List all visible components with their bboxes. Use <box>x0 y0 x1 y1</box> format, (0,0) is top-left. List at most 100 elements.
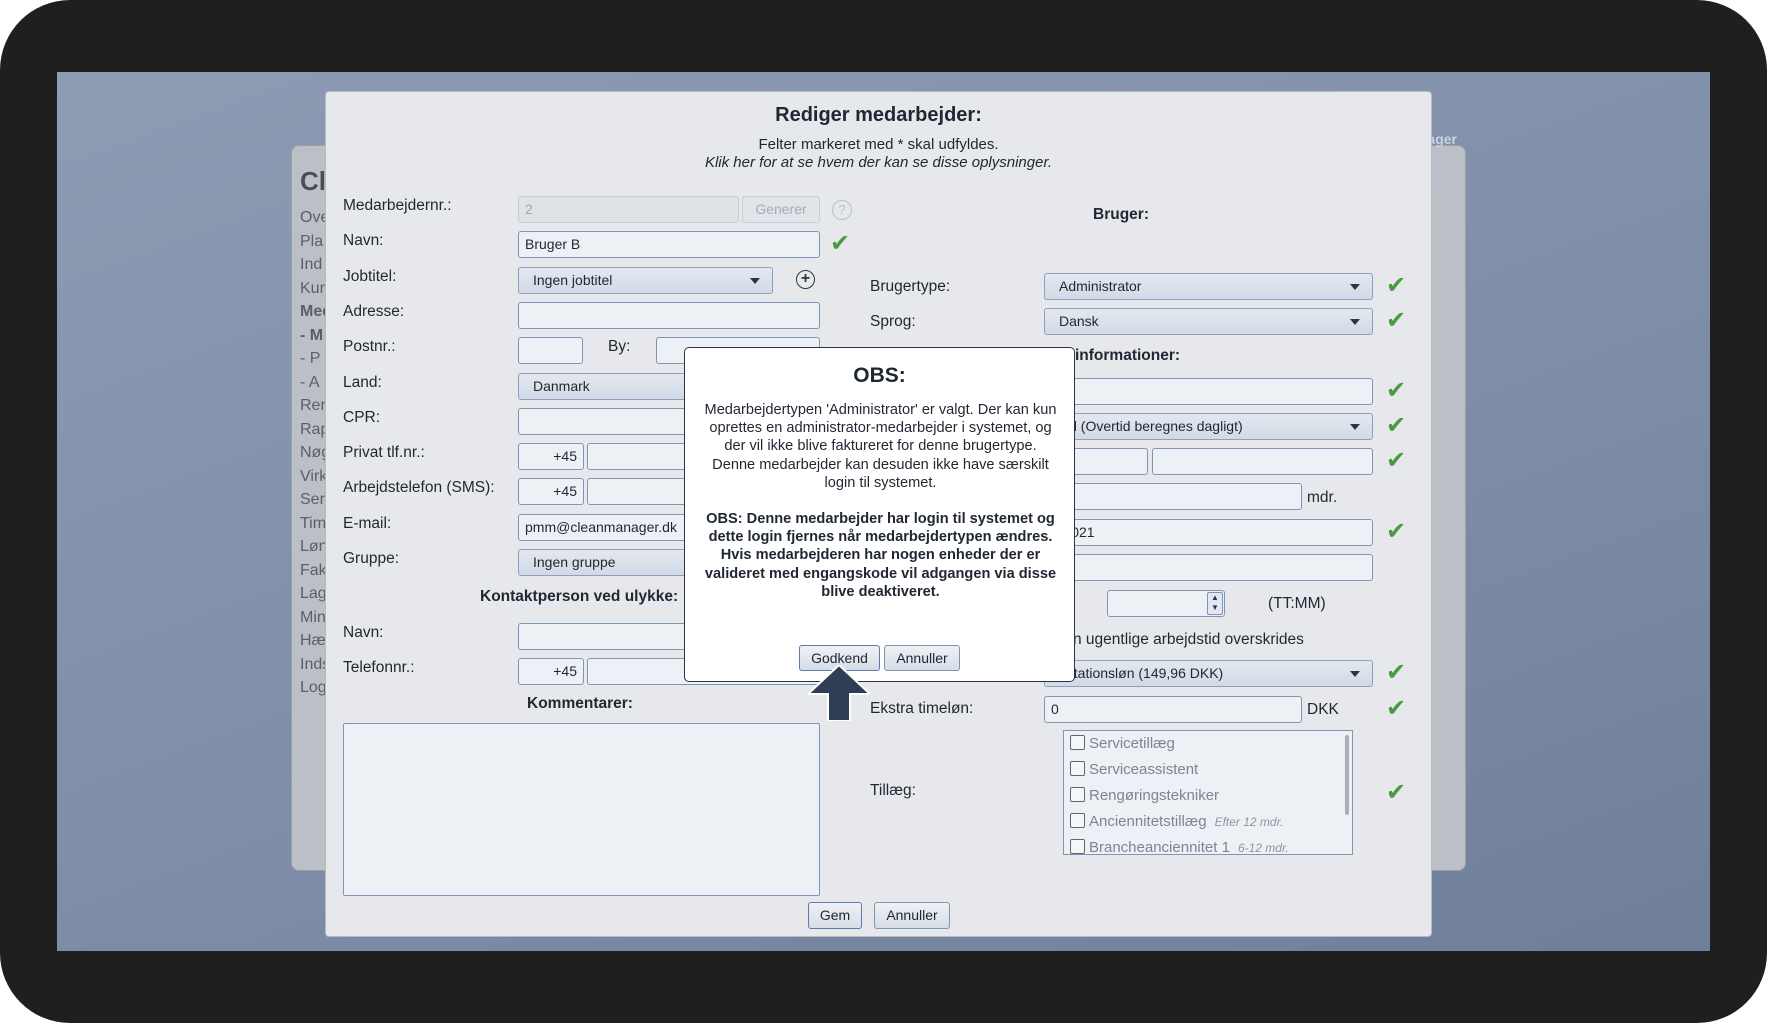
kontaktperson-heading: Kontaktperson ved ulykke: <box>480 588 679 605</box>
ttmm-label: (TT:MM) <box>1268 595 1326 612</box>
required-fields-note: Felter markeret med * skal udfyldes. <box>758 136 999 153</box>
tillaeg-item[interactable]: Servicetillæg <box>1070 735 1175 752</box>
ttmm-spinner[interactable]: ▲ ▼ <box>1207 592 1223 615</box>
medarbejdernr-field[interactable]: 2 <box>518 196 739 223</box>
mdr-label: mdr. <box>1307 489 1338 506</box>
bruger-heading: Bruger: <box>1093 206 1149 223</box>
tillaeg-item[interactable]: Rengøringstekniker <box>1070 787 1219 804</box>
dialog-title: Rediger medarbejder: <box>775 104 982 126</box>
arbejds-country-code-field[interactable]: +45 <box>518 478 584 505</box>
sprog-valid-check-icon: ✔ <box>1386 307 1407 334</box>
navn-field[interactable]: Bruger B <box>518 231 820 258</box>
sprog-select-value: Dansk <box>1059 313 1099 329</box>
checkbox[interactable] <box>1070 761 1085 776</box>
chevron-down-icon <box>1350 671 1360 677</box>
tillaeg-list[interactable]: Servicetillæg Serviceassistent Rengøring… <box>1063 730 1353 855</box>
tillaeg-item-note: Efter 12 mdr. <box>1214 815 1284 829</box>
background-logo: Cl <box>300 166 326 196</box>
postnr-field[interactable] <box>518 337 583 364</box>
sprog-label: Sprog: <box>870 313 916 330</box>
tillaeg-item-label: Brancheanciennitet 1 <box>1089 839 1230 855</box>
arbejdstelefon-label: Arbejdstelefon (SMS): <box>343 479 495 496</box>
land-label: Land: <box>343 374 382 391</box>
info-field-1[interactable] <box>1044 378 1373 405</box>
gruppe-label: Gruppe: <box>343 550 400 567</box>
info-valid-check-icon: ✔ <box>1386 377 1407 404</box>
date-field[interactable]: 0-2021 <box>1044 519 1373 546</box>
sprog-select[interactable]: Dansk <box>1044 308 1373 335</box>
info3-valid-check-icon: ✔ <box>1386 447 1407 474</box>
dkk-label: DKK <box>1307 701 1339 718</box>
tillaeg-label: Tillæg: <box>870 782 916 799</box>
adresse-field[interactable] <box>518 302 820 329</box>
informationer-heading: informationer: <box>1075 347 1181 364</box>
tillaeg-valid-check-icon: ✔ <box>1386 779 1407 806</box>
telefonnr-label: Telefonnr.: <box>343 659 415 676</box>
popup-warning: Hvis medarbejderen har nogen enheder der… <box>704 547 1057 600</box>
postnr-label: Postnr.: <box>343 338 396 355</box>
cpr-label: CPR: <box>343 409 381 426</box>
brugertype-label: Brugertype: <box>870 278 951 295</box>
date-valid-check-icon: ✔ <box>1386 518 1407 545</box>
kommentarer-heading: Kommentarer: <box>527 695 633 712</box>
checkbox[interactable] <box>1070 735 1085 750</box>
jobtitel-label: Jobtitel: <box>343 268 397 285</box>
overtid-valid-check-icon: ✔ <box>1386 412 1407 439</box>
tillaeg-item[interactable]: Anciennitetstillæg Efter 12 mdr. <box>1070 813 1283 830</box>
loen-valid-check-icon: ✔ <box>1386 659 1407 686</box>
checkbox[interactable] <box>1070 787 1085 802</box>
ekstra-timeloen-label: Ekstra timeløn: <box>870 700 974 717</box>
visibility-link[interactable]: Klik her for at se hvem der kan se disse… <box>326 154 1431 172</box>
tillaeg-item-label: Serviceassistent <box>1089 761 1199 778</box>
medarbejdernr-label: Medarbejdernr.: <box>343 197 452 214</box>
tillaeg-item-note: 6-12 mdr. <box>1237 841 1289 855</box>
telefonnr-country-code-field[interactable]: +45 <box>518 658 584 685</box>
popup-warning: OBS: Denne medarbejder har login til sys… <box>706 511 1055 546</box>
checkbox[interactable] <box>1070 839 1085 854</box>
jobtitel-select-value: Ingen jobtitel <box>533 272 613 288</box>
jobtitel-select[interactable]: Ingen jobtitel <box>518 267 773 294</box>
dialog-subtitle: Felter markeret med * skal udfyldes. Kli… <box>326 136 1431 172</box>
by-label: By: <box>608 338 631 355</box>
info-field-6[interactable] <box>1044 554 1373 581</box>
popup-title: OBS: <box>853 364 906 387</box>
navn-label: Navn: <box>343 232 384 249</box>
ugentlige-text: n ugentlige arbejdstid overskrides <box>1073 631 1304 648</box>
popup-body: Medarbejdertypen 'Administrator' er valg… <box>701 401 1060 601</box>
loen-select-value: estationsløn (149,96 DKK) <box>1059 665 1224 681</box>
checkbox[interactable] <box>1070 813 1085 828</box>
mdr-field[interactable] <box>1044 483 1302 510</box>
brugertype-select[interactable]: Administrator <box>1044 273 1373 300</box>
popup-annuller-button[interactable]: Annuller <box>884 645 960 671</box>
tillaeg-item-label: Rengøringstekniker <box>1089 787 1220 804</box>
help-icon[interactable]: ? <box>832 200 852 220</box>
kommentarer-textarea[interactable] <box>343 723 820 896</box>
navn-valid-check-icon: ✔ <box>830 230 851 257</box>
overtid-select[interactable]: ltid (Overtid beregnes dagligt) <box>1044 413 1373 440</box>
tillaeg-scrollbar[interactable] <box>1345 735 1349 815</box>
overtid-select-value: ltid (Overtid beregnes dagligt) <box>1059 418 1243 434</box>
chevron-down-icon <box>1350 424 1360 430</box>
arrow-up-icon <box>808 665 870 721</box>
tillaeg-item-label: Anciennitetstillæg <box>1089 813 1207 830</box>
dialog-annuller-button[interactable]: Annuller <box>874 902 950 929</box>
privat-country-code-field[interactable]: +45 <box>518 443 584 470</box>
info-field-3b[interactable] <box>1152 448 1373 475</box>
adresse-label: Adresse: <box>343 303 405 320</box>
generer-button[interactable]: Generer <box>742 196 820 223</box>
gem-button[interactable]: Gem <box>808 902 862 929</box>
popup-paragraph: Denne medarbejder kan desuden ikke have … <box>712 456 1049 491</box>
brugertype-select-value: Administrator <box>1059 278 1142 294</box>
privat-tlf-label: Privat tlf.nr.: <box>343 444 425 461</box>
chevron-down-icon <box>750 278 760 284</box>
loen-select[interactable]: estationsløn (149,96 DKK) <box>1044 660 1373 687</box>
ekstra-timeloen-field[interactable]: 0 <box>1044 696 1302 723</box>
chevron-down-icon <box>1350 319 1360 325</box>
tillaeg-item[interactable]: Brancheanciennitet 1 6-12 mdr. <box>1070 839 1289 855</box>
add-jobtitle-icon[interactable]: + <box>796 270 815 289</box>
brugertype-valid-check-icon: ✔ <box>1386 272 1407 299</box>
gruppe-select-value: Ingen gruppe <box>533 554 616 570</box>
tillaeg-item[interactable]: Serviceassistent <box>1070 761 1198 778</box>
chevron-down-icon <box>1350 284 1360 290</box>
email-label: E-mail: <box>343 515 392 532</box>
